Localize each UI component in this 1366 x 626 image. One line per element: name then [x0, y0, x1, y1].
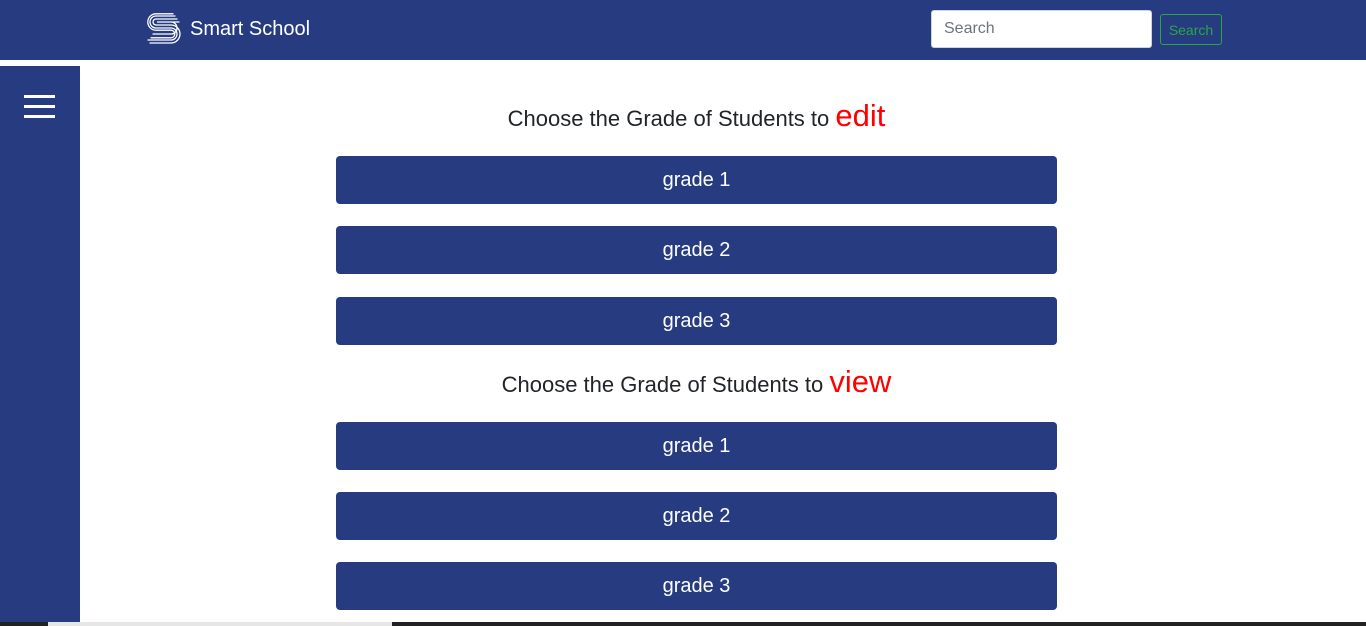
edit-heading-text: Choose the Grade of Students to: [507, 106, 830, 131]
edit-action-word: edit: [835, 98, 886, 133]
search-button[interactable]: Search: [1160, 14, 1222, 45]
edit-section-heading: Choose the Grade of Students to edit: [80, 98, 1313, 134]
edit-grade-2-button[interactable]: grade 2: [336, 226, 1057, 274]
search-input[interactable]: [931, 10, 1152, 48]
brand-name: Smart School: [190, 18, 311, 40]
view-grade-2-button[interactable]: grade 2: [336, 492, 1057, 540]
hamburger-menu-icon[interactable]: [24, 94, 56, 120]
view-action-word: view: [829, 364, 892, 399]
view-heading-text: Choose the Grade of Students to: [501, 372, 824, 397]
view-grade-3-button[interactable]: grade 3: [336, 562, 1057, 610]
sidebar: [0, 66, 80, 626]
view-section-heading: Choose the Grade of Students to view: [80, 364, 1313, 400]
smart-school-logo-icon: [147, 13, 181, 44]
edit-grade-3-button[interactable]: grade 3: [336, 297, 1057, 345]
view-grade-1-button[interactable]: grade 1: [336, 422, 1057, 470]
brand[interactable]: Smart School: [145, 13, 310, 45]
bottom-edge-highlight: [48, 622, 392, 626]
edit-grade-1-button[interactable]: grade 1: [336, 156, 1057, 204]
main-content: Choose the Grade of Students to edit gra…: [80, 60, 1366, 626]
top-navbar: Smart School Search: [0, 0, 1366, 60]
